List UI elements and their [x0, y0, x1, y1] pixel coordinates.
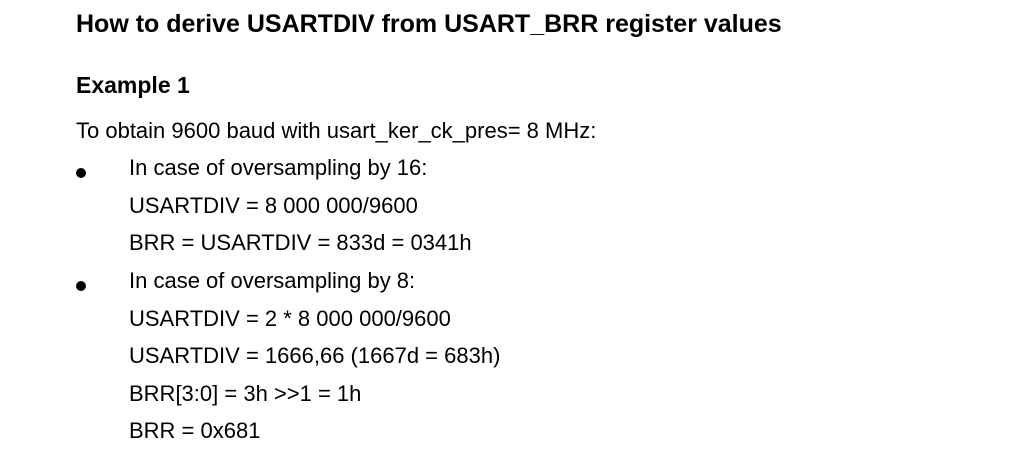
section-title: How to derive USARTDIV from USART_BRR re…: [76, 10, 782, 38]
bullet-dot-icon: [76, 281, 86, 291]
example-heading: Example 1: [76, 72, 190, 98]
formula-line: USARTDIV = 1666,66 (1667d = 683h): [129, 343, 501, 368]
formula-line: BRR = 0x681: [129, 418, 261, 443]
formula-line: BRR[3:0] = 3h >>1 = 1h: [129, 381, 362, 406]
case-heading-oversampling-16: In case of oversampling by 16:: [129, 155, 428, 180]
formula-line: USARTDIV = 2 * 8 000 000/9600: [129, 306, 451, 331]
document-page: How to derive USARTDIV from USART_BRR re…: [0, 0, 1020, 464]
formula-line: BRR = USARTDIV = 833d = 0341h: [129, 230, 472, 255]
formula-line: USARTDIV = 8 000 000/9600: [129, 193, 418, 218]
case-heading-oversampling-8: In case of oversampling by 8:: [129, 268, 416, 293]
bullet-dot-icon: [76, 168, 86, 178]
intro-text: To obtain 9600 baud with usart_ker_ck_pr…: [76, 118, 597, 143]
